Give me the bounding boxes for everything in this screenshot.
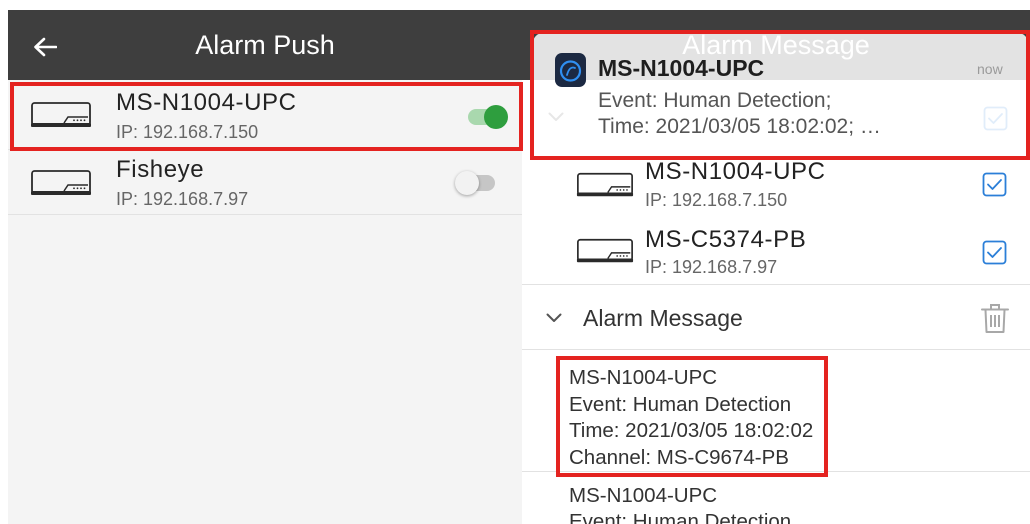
device-ip: IP: 192.168.7.97 xyxy=(645,257,778,277)
device-ip: IP: 192.168.7.150 xyxy=(645,190,788,210)
device-name: MS-N1004-UPC xyxy=(645,158,826,185)
message-device: MS-N1004-UPC xyxy=(569,484,718,507)
device-checkbox[interactable] xyxy=(982,172,1007,197)
section-title: Alarm Message xyxy=(583,305,743,331)
device-row: MS-N1004-UPC IP: 192.168.7.150 xyxy=(522,150,1030,218)
message-event: Event: Human Detection xyxy=(569,510,792,524)
alarm-push-header: Alarm Push xyxy=(8,10,522,80)
chevron-down-icon[interactable] xyxy=(546,313,562,323)
device-name: Fisheye xyxy=(116,156,205,183)
nvr-device-icon xyxy=(30,167,92,199)
highlight-box-device-row xyxy=(10,82,523,151)
alarm-push-toggle[interactable] xyxy=(455,171,497,195)
alarm-message-text: MS-N1004-UPC xyxy=(569,483,717,510)
device-name: MS-C5374-PB xyxy=(645,226,807,253)
nvr-device-icon xyxy=(576,236,634,266)
trash-icon[interactable] xyxy=(980,302,1010,334)
alarm-message-section-header: Alarm Message xyxy=(522,285,1030,350)
device-row: MS-C5374-PB IP: 192.168.7.97 xyxy=(522,218,1030,285)
highlight-box-alarm-message xyxy=(556,356,828,477)
device-row: Fisheye IP: 192.168.7.97 xyxy=(8,150,522,215)
nvr-device-icon xyxy=(576,170,634,200)
alarm-message-item[interactable]: MS-N1004-UPC Event: Human Detection xyxy=(522,472,1030,524)
page-title: Alarm Push xyxy=(195,30,335,60)
device-ip: IP: 192.168.7.97 xyxy=(116,189,249,209)
highlight-box-notification xyxy=(530,30,1030,160)
device-checkbox[interactable] xyxy=(982,240,1007,265)
toggle-knob xyxy=(455,171,479,195)
